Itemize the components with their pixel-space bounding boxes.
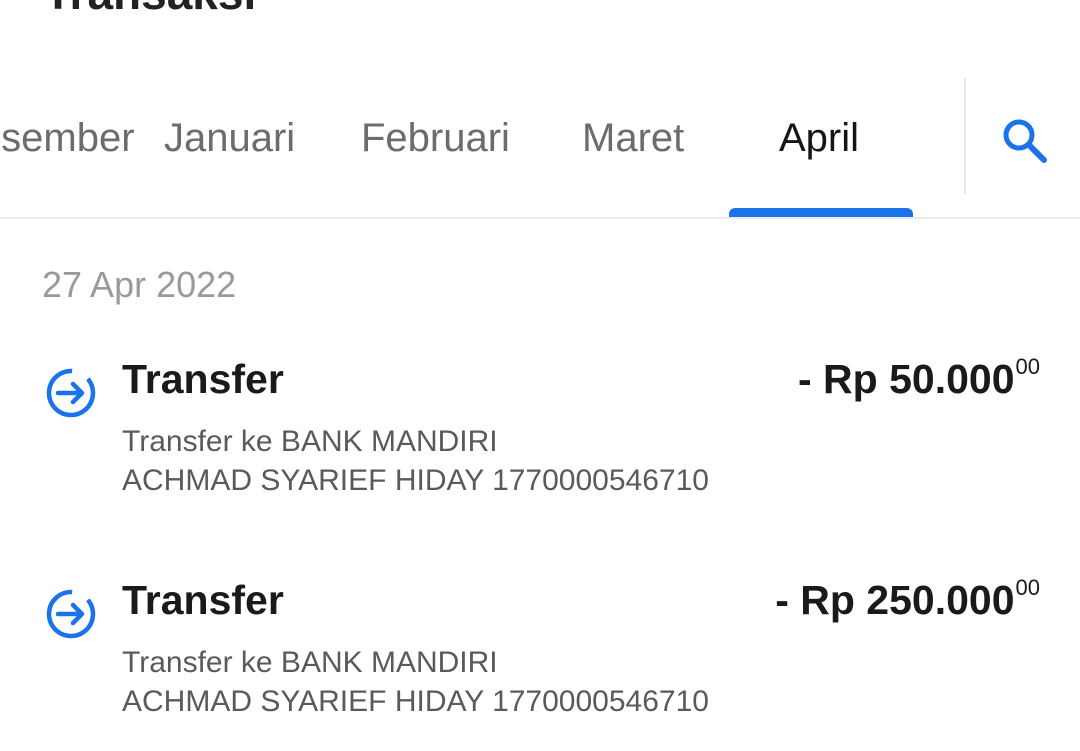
transfer-out-icon <box>46 589 96 639</box>
amount-decimals: 00 <box>1015 575 1040 601</box>
date-header: 27 Apr 2022 <box>42 264 237 305</box>
transaction-title: Transfer <box>122 356 284 402</box>
transfer-out-icon <box>46 368 96 418</box>
transaction-amount: - Rp 250.00000 <box>775 575 1040 624</box>
amount-decimals: 00 <box>1015 354 1040 380</box>
tab-label: Januari <box>164 116 296 160</box>
tab-label: Februari <box>361 116 510 160</box>
tab-label: Maret <box>582 116 685 160</box>
search-icon <box>1003 119 1047 163</box>
search-button[interactable] <box>990 106 1060 176</box>
transaction-desc-line2: ACHMAD SYARIEF HIDAY 1770000546710 <box>122 464 709 497</box>
transaction-title: Transfer <box>122 577 284 623</box>
transaction-description: Transfer ke BANK MANDIRI ACHMAD SYARIEF … <box>122 422 709 500</box>
transaction-amount: - Rp 50.00000 <box>798 354 1040 403</box>
month-tabs: Desember Januari Februari Maret April <box>0 78 964 218</box>
page-title: Transaksi <box>44 0 256 20</box>
header-divider <box>0 217 1080 219</box>
transaction-desc-line2: ACHMAD SYARIEF HIDAY 1770000546710 <box>122 685 709 718</box>
tab-label: April <box>779 116 860 160</box>
transaction-item[interactable]: Transfer Transfer ke BANK MANDIRI ACHMAD… <box>0 567 1080 747</box>
amount-value: - Rp 50.000 <box>798 356 1015 402</box>
transaction-description: Transfer ke BANK MANDIRI ACHMAD SYARIEF … <box>122 643 709 721</box>
transaction-item[interactable]: Transfer Transfer ke BANK MANDIRI ACHMAD… <box>0 346 1080 526</box>
transaction-desc-line1: Transfer ke BANK MANDIRI <box>122 425 498 458</box>
transaction-desc-line1: Transfer ke BANK MANDIRI <box>122 646 498 679</box>
amount-value: - Rp 250.000 <box>775 577 1015 623</box>
tab-april[interactable]: April <box>729 78 913 218</box>
tab-divider <box>964 78 966 194</box>
tab-label: Desember <box>0 116 135 160</box>
